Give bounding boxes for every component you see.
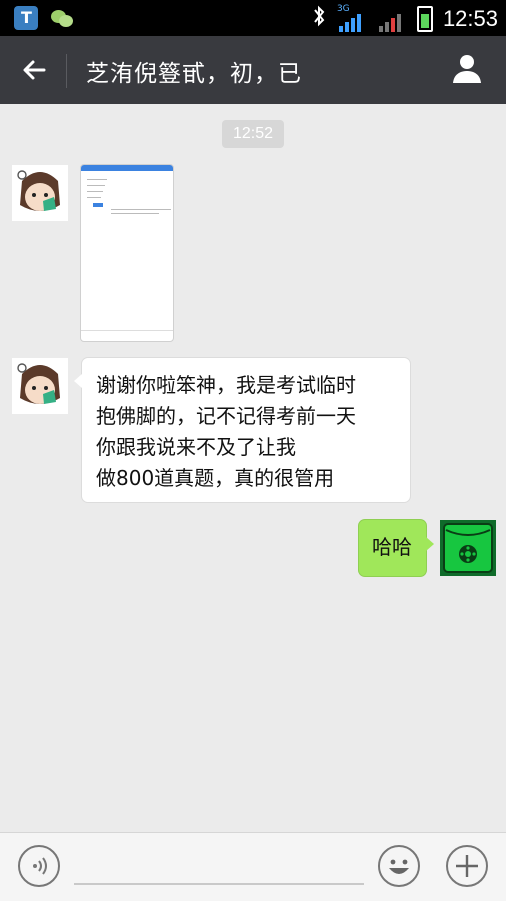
wechat-notification-icon (50, 6, 74, 30)
status-left-icons (14, 6, 74, 30)
chat-title: 芝洧倪簦甙，初，已 (86, 61, 302, 87)
bluetooth-icon (311, 4, 327, 33)
plus-icon[interactable] (446, 845, 488, 887)
back-arrow-icon[interactable] (18, 54, 50, 86)
message-line: 抱佛脚的，记不记得考前一天 (96, 404, 356, 428)
network-type-label: 3G (336, 3, 350, 14)
voice-icon[interactable] (18, 845, 60, 887)
status-bar: 3G 12:53 (0, 0, 506, 36)
header-divider (66, 54, 67, 88)
image-message-navbar (81, 330, 173, 341)
contact-avatar[interactable] (12, 358, 68, 414)
battery-icon (416, 5, 433, 32)
message-line: 谢谢你啦笨神，我是考试临时 (96, 373, 356, 397)
status-time: 12:53 (442, 5, 498, 31)
message-input-bar (0, 832, 506, 901)
message-line: 你跟我说来不及了让我 (96, 435, 296, 459)
chat-header: 芝洧倪簦甙，初，已 (0, 36, 506, 104)
incoming-text-message[interactable]: 谢谢你啦笨神，我是考试临时 抱佛脚的，记不记得考前一天 你跟我说来不及了让我 做… (74, 358, 410, 502)
image-message-topbar (81, 165, 173, 171)
image-message[interactable] (80, 164, 174, 342)
message-text-input[interactable] (74, 883, 364, 885)
message-line: 做800道真题，真的很管用 (96, 466, 335, 490)
person-icon[interactable] (450, 52, 484, 86)
secondary-signal-icon (377, 6, 407, 32)
chat-timestamp: 12:52 (222, 120, 284, 148)
emoji-icon[interactable] (378, 845, 420, 887)
contact-avatar[interactable] (12, 165, 68, 221)
status-right-icons: 3G 12:53 (311, 4, 498, 33)
security-app-icon (14, 6, 38, 30)
outgoing-text-message[interactable]: 哈哈 (359, 520, 434, 576)
mobile-signal-icon: 3G (336, 3, 367, 32)
message-text: 哈哈 (372, 535, 412, 559)
self-avatar[interactable] (440, 520, 496, 576)
